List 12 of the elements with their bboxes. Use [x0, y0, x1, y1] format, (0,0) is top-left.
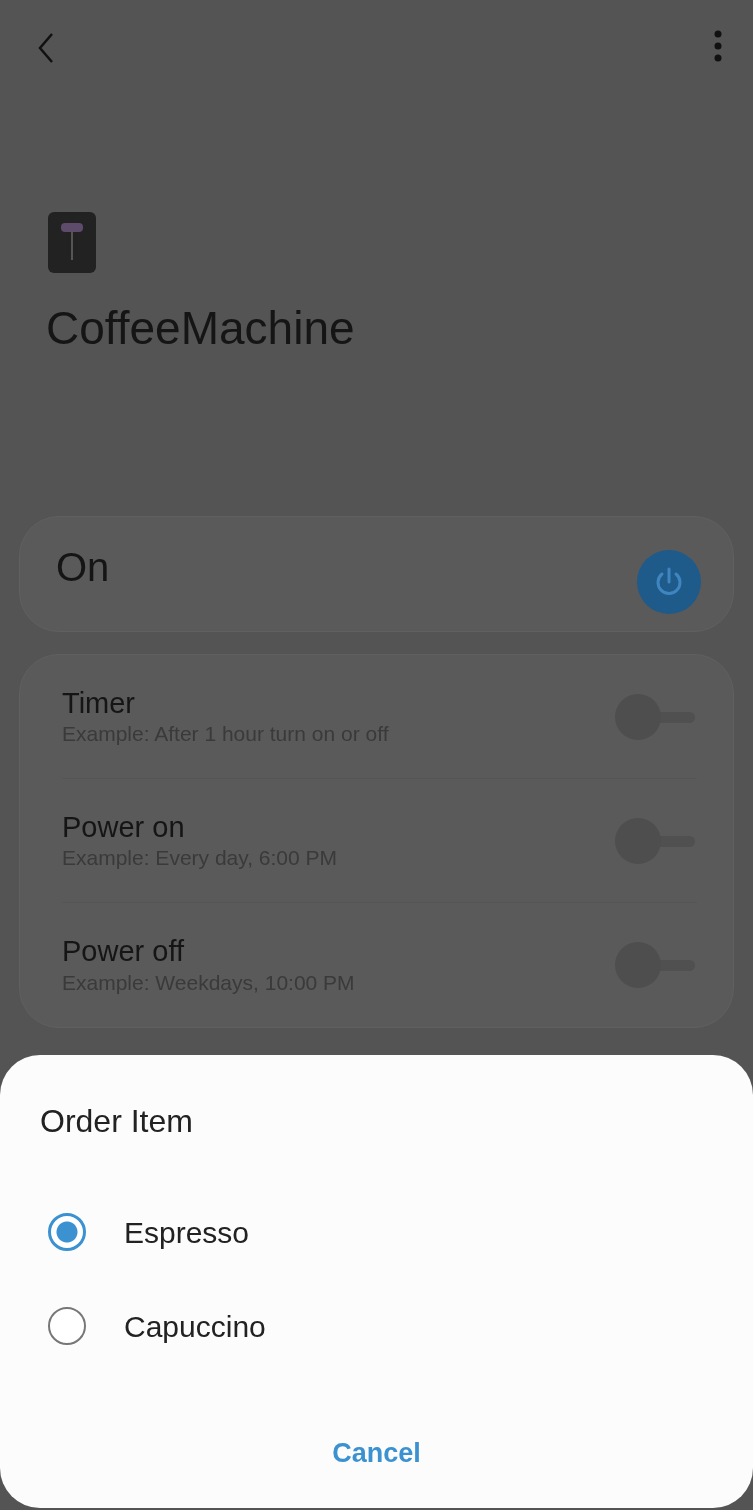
- radio-option[interactable]: Espresso: [40, 1185, 713, 1279]
- power-status: On: [56, 544, 110, 592]
- radio-option[interactable]: Capuccino: [40, 1279, 713, 1373]
- dialog-title: Order Item: [40, 1102, 194, 1141]
- radio-button[interactable]: [48, 1307, 86, 1345]
- schedule-title: Power on: [62, 809, 186, 845]
- device-icon: [48, 212, 96, 273]
- schedule-title: Timer: [62, 685, 137, 721]
- schedule-title: Power off: [62, 934, 185, 969]
- radio-button[interactable]: [48, 1213, 86, 1251]
- more-options-icon[interactable]: [713, 28, 723, 64]
- device-name: CoffeeMachine: [46, 301, 356, 356]
